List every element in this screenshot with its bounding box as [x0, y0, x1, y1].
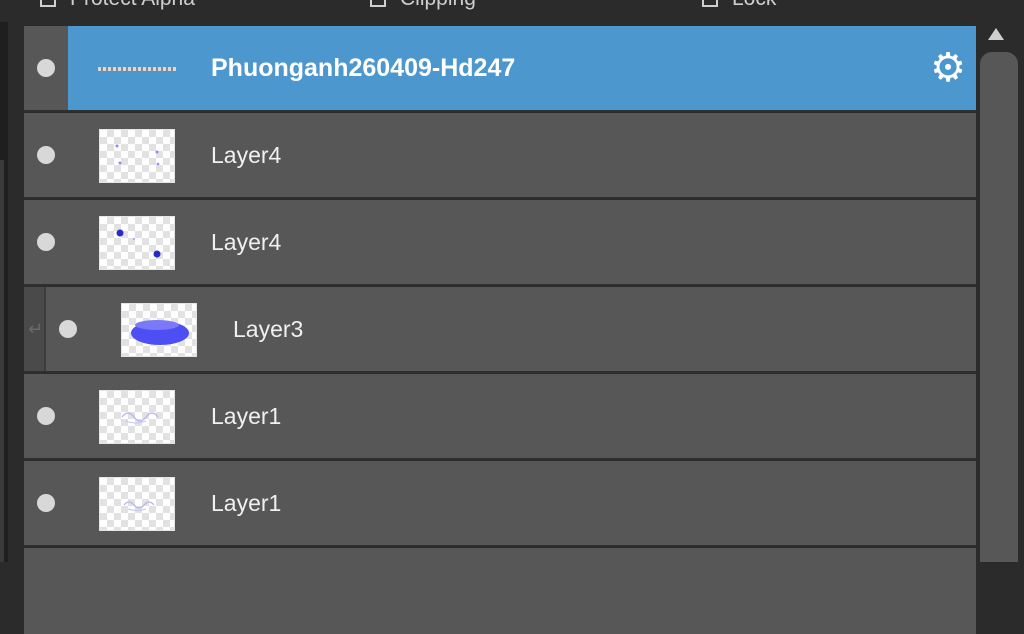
thumbnail-art: [116, 229, 161, 258]
thumbnail-art: [121, 412, 159, 424]
protect-alpha-option[interactable]: Protect Alpha: [40, 0, 195, 10]
scrollbar-thumb[interactable]: [980, 52, 1018, 562]
scroll-up-icon[interactable]: [988, 28, 1004, 40]
clipping-label: Clipping: [400, 0, 476, 11]
clipping-indicator: ↵: [24, 287, 46, 371]
layer-name: Layer4: [211, 142, 282, 168]
layer-name: Layer4: [211, 229, 282, 255]
layer-thumbnail: [99, 216, 175, 270]
selection-highlight: [68, 26, 976, 110]
protect-alpha-checkbox[interactable]: [40, 0, 56, 7]
thumbnail-art: [123, 501, 155, 511]
protect-alpha-label: Protect Alpha: [70, 0, 195, 11]
gear-icon[interactable]: ⚙: [928, 48, 968, 88]
visibility-toggle[interactable]: [37, 59, 55, 77]
layer-row-folder[interactable]: Phuonganh260409-Hd247 ⚙: [24, 26, 976, 112]
visibility-toggle[interactable]: [37, 494, 55, 512]
visibility-column: [24, 26, 68, 110]
layer-row[interactable]: Layer4: [24, 200, 976, 286]
lock-option[interactable]: Lock: [702, 0, 776, 10]
layer-thumbnail: [99, 390, 175, 444]
layer-name: Layer1: [211, 490, 282, 516]
layer-row[interactable]: Layer4: [24, 113, 976, 199]
thumbnail-art: [131, 320, 189, 345]
layer-name: Layer3: [233, 316, 304, 342]
left-edge-divider: [0, 160, 4, 562]
lock-checkbox[interactable]: [702, 0, 718, 7]
clipping-option[interactable]: Clipping: [370, 0, 476, 10]
clipping-checkbox[interactable]: [370, 0, 386, 7]
visibility-toggle[interactable]: [37, 146, 55, 164]
layer-thumbnail: [121, 303, 197, 357]
layer-options-bar: Protect Alpha Clipping Lock: [0, 0, 1024, 22]
layer-row-partial[interactable]: [24, 548, 976, 634]
layer-thumbnail: [99, 129, 175, 183]
layers-list: Phuonganh260409-Hd247 ⚙ Layer4 Layer4 ↵ …: [24, 26, 976, 634]
layer-thumbnail: [99, 477, 175, 531]
layer-row[interactable]: Layer1: [24, 374, 976, 460]
lock-label: Lock: [732, 0, 776, 11]
layer-name: Layer1: [211, 403, 282, 429]
visibility-column: [24, 374, 68, 458]
visibility-toggle[interactable]: [37, 233, 55, 251]
folder-thumbnail: [98, 67, 176, 71]
layer-name: Phuonganh260409-Hd247: [211, 54, 516, 82]
thumbnail-art: [115, 144, 160, 166]
visibility-column: [24, 200, 68, 284]
layer-row-clipped[interactable]: ↵ Layer3: [24, 287, 976, 373]
visibility-toggle[interactable]: [59, 320, 77, 338]
visibility-column: [24, 461, 68, 545]
layer-row[interactable]: Layer1: [24, 461, 976, 547]
visibility-column: [24, 113, 68, 197]
visibility-toggle[interactable]: [37, 407, 55, 425]
clip-arrow-icon: ↵: [28, 319, 44, 339]
